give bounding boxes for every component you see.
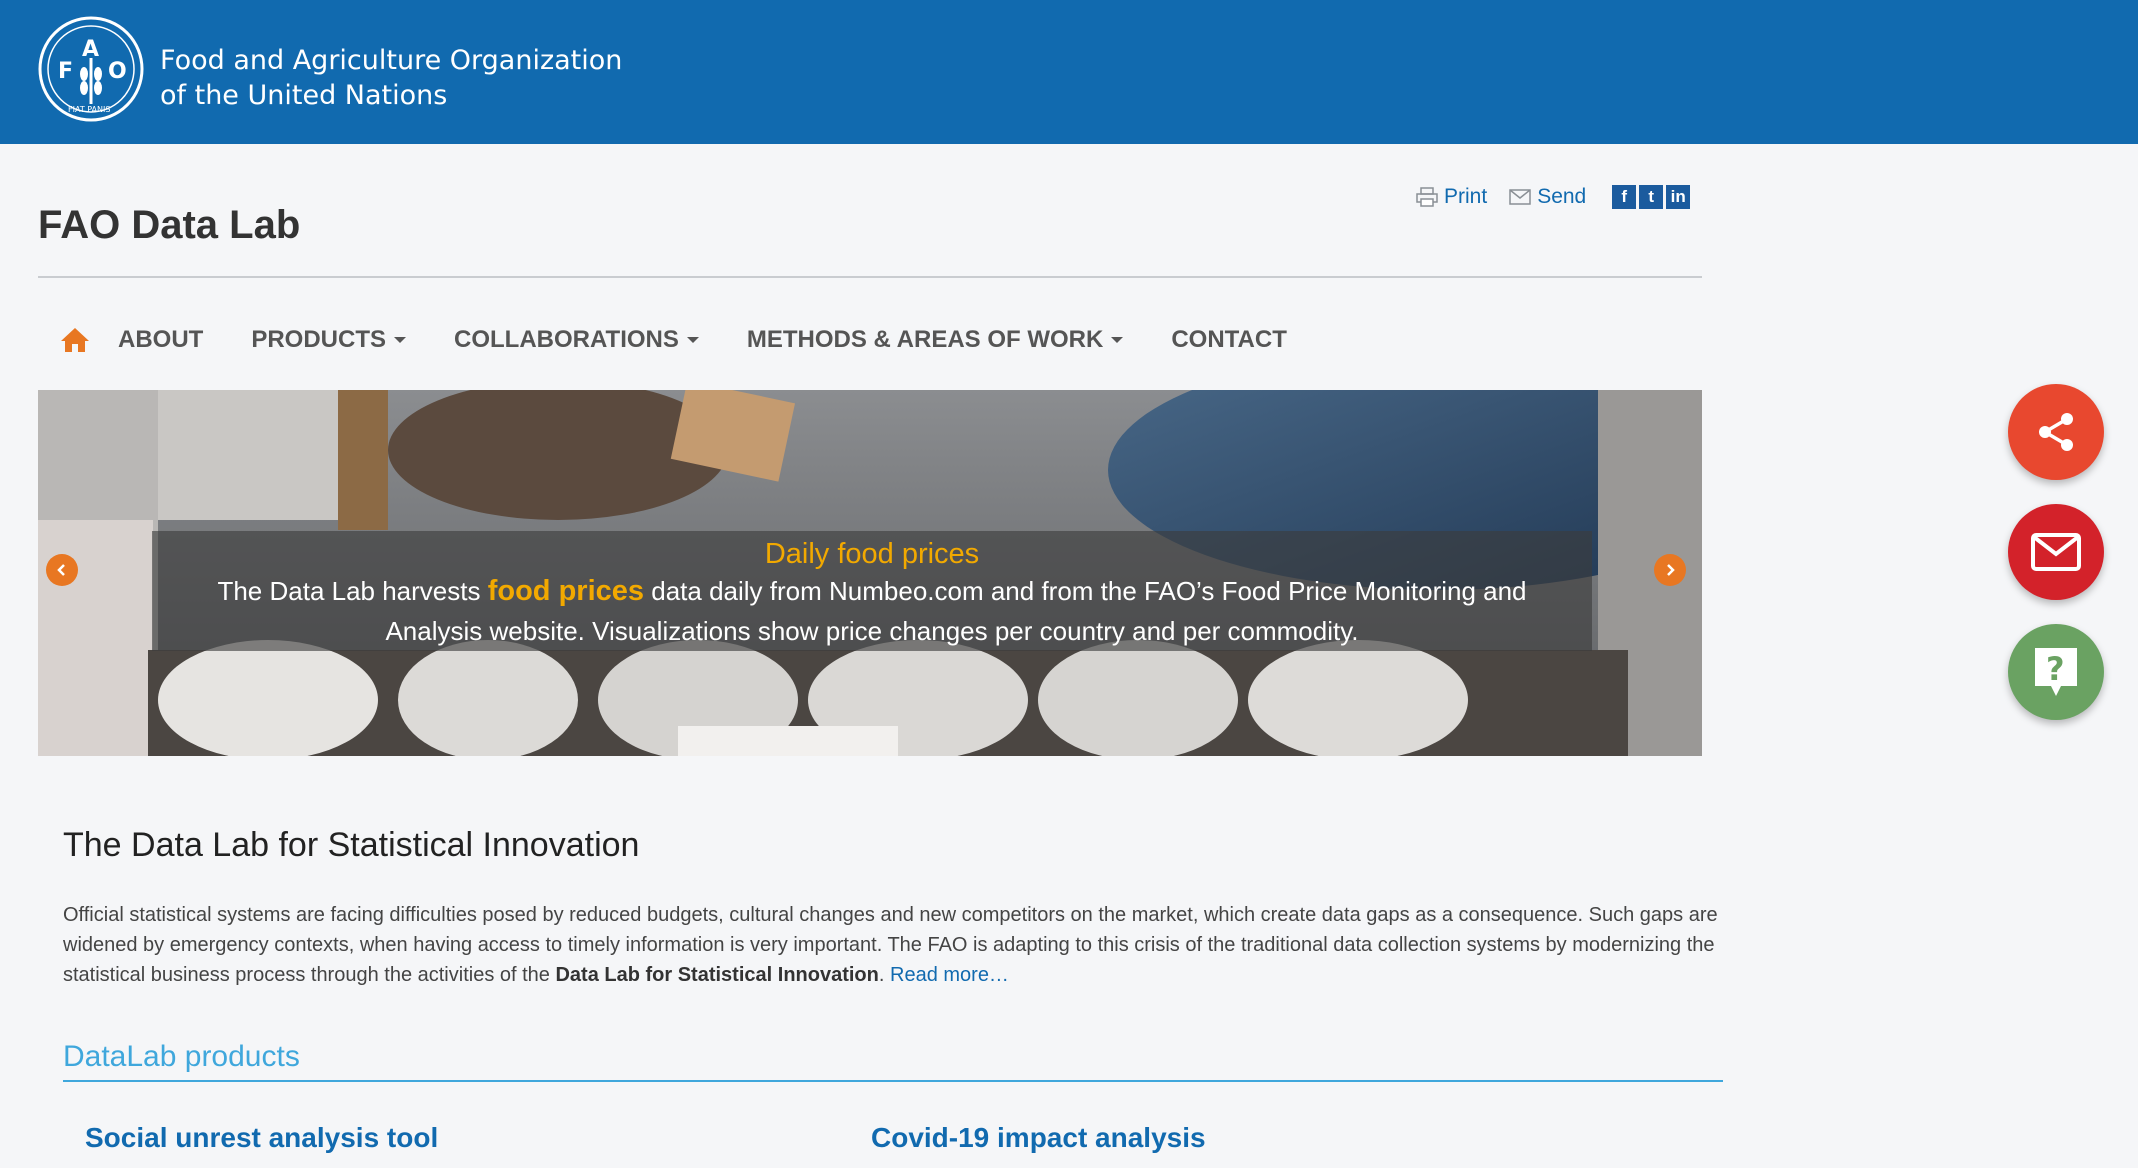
linkedin-icon[interactable]: in bbox=[1666, 185, 1691, 209]
page-tools: Print Send f t in bbox=[1416, 182, 1691, 212]
chevron-down-icon bbox=[686, 337, 699, 343]
slide-highlight: food prices bbox=[487, 575, 645, 607]
product-social-unrest-link[interactable]: Social unrest analysis tool bbox=[85, 1122, 438, 1154]
org-name-line-1: Food and Agriculture Organization bbox=[160, 45, 623, 76]
slide-title[interactable]: Daily food prices bbox=[152, 537, 1592, 571]
carousel-prev-button[interactable] bbox=[46, 554, 78, 586]
chevron-left-icon bbox=[57, 564, 65, 576]
share-button[interactable] bbox=[2008, 384, 2104, 480]
slide-text-start: The Data Lab harvests bbox=[217, 576, 488, 606]
nav-home[interactable] bbox=[38, 316, 118, 364]
twitter-icon[interactable]: t bbox=[1639, 185, 1664, 209]
organization-name[interactable]: Food and Agriculture Organization of the… bbox=[160, 43, 622, 113]
intro-period: . bbox=[878, 964, 885, 986]
nav-products-label: PRODUCTS bbox=[251, 326, 386, 353]
nav-contact-label: CONTACT bbox=[1171, 326, 1287, 353]
products-divider bbox=[63, 1080, 1723, 1082]
share-icon bbox=[2039, 413, 2073, 451]
facebook-icon[interactable]: f bbox=[1612, 185, 1637, 209]
slide-caption: Daily food prices The Data Lab harvests … bbox=[152, 531, 1592, 651]
chevron-down-icon bbox=[394, 337, 406, 343]
nav-collaborations[interactable]: COLLABORATIONS bbox=[454, 326, 699, 354]
send-button[interactable]: Send bbox=[1509, 185, 1586, 209]
logo-motto: FIAT PANIS bbox=[68, 105, 110, 114]
intro-bold-text: Data Lab for Statistical Innovation bbox=[555, 964, 879, 986]
chevron-down-icon bbox=[1111, 337, 1124, 343]
nav-products[interactable]: PRODUCTS bbox=[251, 326, 406, 354]
print-button[interactable]: Print bbox=[1416, 185, 1487, 209]
nav-about[interactable]: ABOUT bbox=[118, 326, 203, 354]
products-title: DataLab products bbox=[63, 1040, 300, 1073]
title-divider bbox=[38, 276, 1702, 278]
email-button[interactable] bbox=[2008, 504, 2104, 600]
intro-paragraph: Official statistical systems are facing … bbox=[63, 900, 1723, 990]
nav-contact[interactable]: CONTACT bbox=[1171, 326, 1287, 354]
home-icon bbox=[61, 328, 89, 352]
logo-letter-f: F bbox=[58, 59, 73, 84]
help-icon: ? bbox=[2035, 648, 2077, 696]
intro-title: The Data Lab for Statistical Innovation bbox=[63, 826, 640, 864]
envelope-icon bbox=[1509, 189, 1531, 205]
send-label: Send bbox=[1537, 185, 1587, 208]
hero-carousel[interactable]: Daily food prices The Data Lab harvests … bbox=[38, 390, 1702, 756]
site-header: F A O FIAT PANIS Food and Agriculture Or… bbox=[0, 0, 2138, 144]
help-button[interactable]: ? bbox=[2008, 624, 2104, 720]
slide-text: The Data Lab harvests food prices data d… bbox=[152, 571, 1592, 651]
svg-text:?: ? bbox=[2046, 650, 2065, 688]
nav-collaborations-label: COLLABORATIONS bbox=[454, 326, 679, 353]
social-links: f t in bbox=[1612, 185, 1691, 209]
print-label: Print bbox=[1444, 185, 1488, 208]
product-covid-link[interactable]: Covid-19 impact analysis bbox=[871, 1122, 1206, 1154]
org-name-line-2: of the United Nations bbox=[160, 80, 448, 111]
fao-logo[interactable]: F A O FIAT PANIS bbox=[38, 16, 144, 122]
carousel-next-button[interactable] bbox=[1654, 554, 1686, 586]
main-nav: ABOUT PRODUCTS COLLABORATIONS METHODS & … bbox=[38, 316, 1335, 364]
nav-methods-label: METHODS & AREAS OF WORK bbox=[746, 326, 1104, 353]
nav-about-label: ABOUT bbox=[118, 326, 204, 353]
logo-letter-o: O bbox=[108, 59, 127, 84]
mail-icon bbox=[2031, 533, 2081, 571]
read-more-link[interactable]: Read more… bbox=[890, 964, 1009, 986]
nav-methods[interactable]: METHODS & AREAS OF WORK bbox=[746, 326, 1124, 354]
chevron-right-icon bbox=[1667, 564, 1675, 576]
page-title: FAO Data Lab bbox=[38, 203, 301, 247]
printer-icon bbox=[1416, 187, 1438, 207]
